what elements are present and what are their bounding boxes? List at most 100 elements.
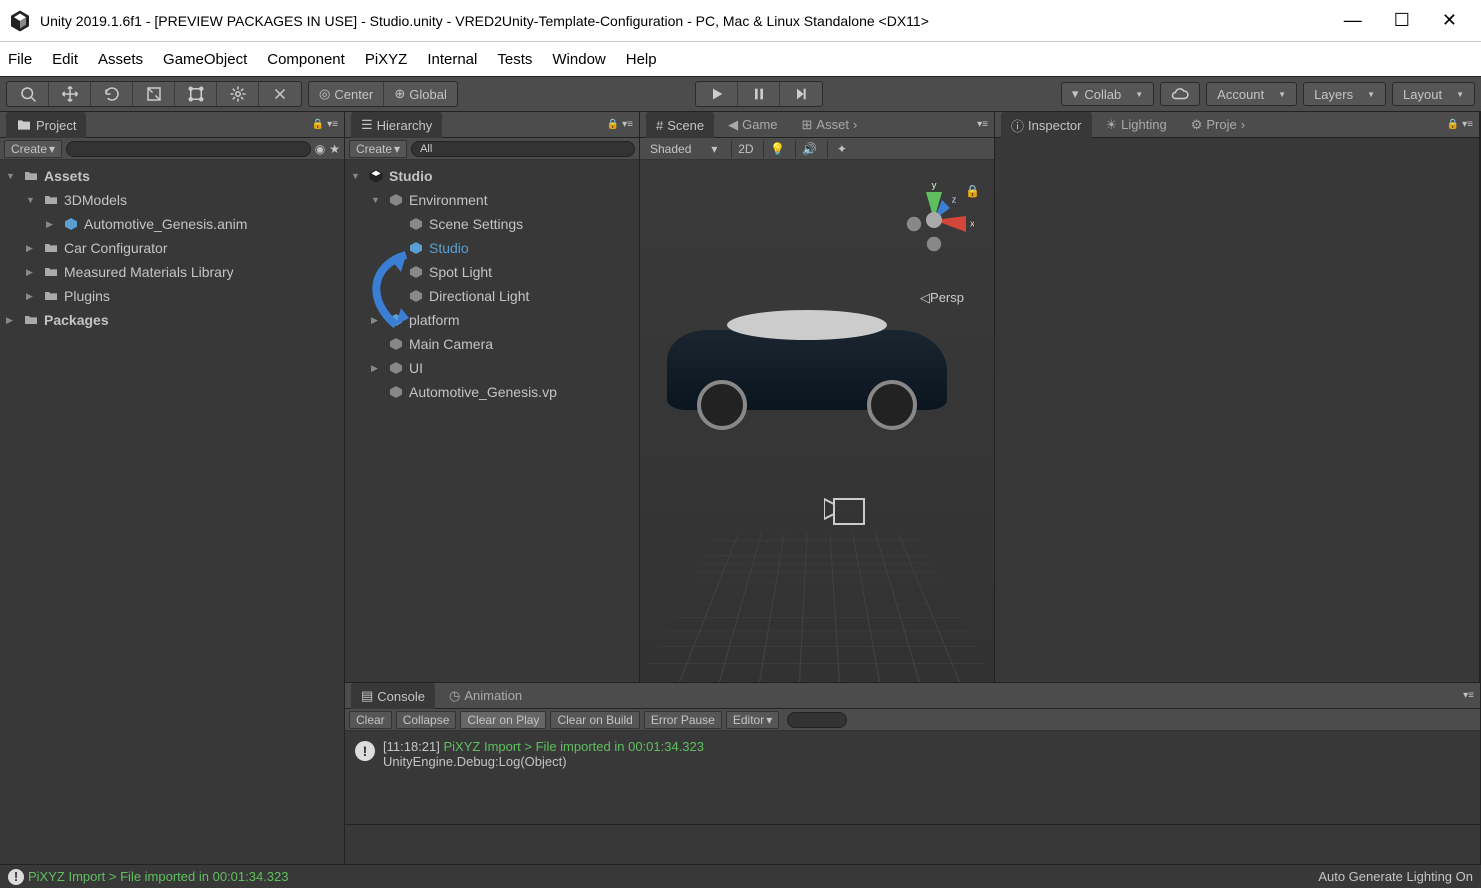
tab-lighting[interactable]: ☀ Lighting — [1096, 114, 1177, 136]
panel-options-icon[interactable]: 🔒 ▾≡ — [1447, 119, 1473, 130]
scene-2d-toggle[interactable]: 2D — [731, 140, 759, 158]
layers-dropdown[interactable]: Layers▼ — [1303, 82, 1386, 106]
step-button[interactable] — [780, 82, 822, 106]
move-tool[interactable] — [49, 82, 91, 106]
menu-component[interactable]: Component — [267, 51, 345, 68]
panel-options-icon[interactable]: 🔒 ▾≡ — [607, 119, 633, 130]
pivot-global[interactable]: ⊕ Global — [384, 82, 456, 106]
scale-tool[interactable] — [133, 82, 175, 106]
pause-button[interactable] — [738, 82, 780, 106]
create-dropdown[interactable]: Create ▾ — [4, 140, 62, 158]
play-button[interactable] — [696, 82, 738, 106]
tree-item[interactable]: Directional Light — [345, 284, 639, 308]
tab-hierarchy[interactable]: ☰ Hierarchy — [351, 112, 442, 138]
collab-dropdown[interactable]: ▾ Collab▼ — [1061, 82, 1154, 106]
panel-options-icon[interactable]: ▾≡ — [977, 119, 988, 130]
console-clear-on-play-toggle[interactable]: Clear on Play — [460, 711, 546, 729]
console-search-input[interactable] — [787, 712, 847, 728]
hierarchy-search-input[interactable] — [411, 141, 635, 157]
console-log-area[interactable]: ! [11:18:21] PiXYZ Import > File importe… — [345, 731, 1480, 824]
transform-tool[interactable] — [217, 82, 259, 106]
scene-fx-toggle[interactable]: ✦ — [827, 140, 855, 158]
tab-console[interactable]: ▤ Console — [351, 683, 435, 709]
menu-pixyz[interactable]: PiXYZ — [365, 51, 408, 68]
menu-window[interactable]: Window — [552, 51, 605, 68]
tree-item[interactable]: ▼Studio — [345, 164, 639, 188]
fold-toggle-icon[interactable]: ▼ — [6, 171, 18, 181]
minimize-button[interactable]: — — [1344, 10, 1362, 31]
fold-toggle-icon[interactable]: ▶ — [371, 315, 383, 326]
fold-toggle-icon[interactable]: ▶ — [26, 243, 38, 254]
custom-tool[interactable] — [259, 82, 301, 106]
filter-icon[interactable]: ◉ — [315, 142, 325, 156]
tree-item[interactable]: ▶Measured Materials Library — [0, 260, 344, 284]
scene-audio-toggle[interactable]: 🔊 — [795, 140, 823, 158]
menu-tests[interactable]: Tests — [497, 51, 532, 68]
fold-toggle-icon[interactable]: ▶ — [6, 315, 18, 326]
fold-toggle-icon[interactable]: ▶ — [371, 363, 383, 374]
tree-item[interactable]: ▶Packages — [0, 308, 344, 332]
tree-item[interactable]: Scene Settings — [345, 212, 639, 236]
fold-toggle-icon[interactable]: ▼ — [26, 195, 38, 205]
console-collapse-toggle[interactable]: Collapse — [396, 711, 457, 729]
favorite-icon[interactable]: ★ — [329, 142, 340, 156]
hierarchy-tree[interactable]: ▼Studio▼EnvironmentScene SettingsStudioS… — [345, 160, 639, 682]
menu-assets[interactable]: Assets — [98, 51, 143, 68]
console-clear-button[interactable]: Clear — [349, 711, 392, 729]
tree-item[interactable]: ▼Environment — [345, 188, 639, 212]
console-editor-dropdown[interactable]: Editor ▾ — [726, 711, 779, 729]
console-error-pause-toggle[interactable]: Error Pause — [644, 711, 722, 729]
menu-file[interactable]: File — [8, 51, 32, 68]
panel-options-icon[interactable]: ▾≡ — [1463, 690, 1474, 701]
tree-item[interactable]: ▶platform — [345, 308, 639, 332]
close-button[interactable]: ✕ — [1442, 10, 1457, 31]
rect-tool[interactable] — [175, 82, 217, 106]
fold-toggle-icon[interactable]: ▶ — [46, 219, 58, 230]
cloud-button[interactable] — [1160, 82, 1200, 106]
rotate-tool[interactable] — [91, 82, 133, 106]
tree-item[interactable]: Spot Light — [345, 260, 639, 284]
tab-project-settings[interactable]: ⚙ Proje› — [1181, 114, 1255, 136]
tree-item[interactable]: ▶Car Configurator — [0, 236, 344, 260]
maximize-button[interactable]: ☐ — [1394, 10, 1410, 31]
hand-tool[interactable] — [7, 82, 49, 106]
fold-toggle-icon[interactable]: ▼ — [351, 171, 363, 181]
go-icon — [387, 384, 405, 400]
account-dropdown[interactable]: Account▼ — [1206, 82, 1297, 106]
tree-item[interactable]: ▶Plugins — [0, 284, 344, 308]
menu-edit[interactable]: Edit — [52, 51, 78, 68]
console-log-entry[interactable]: ! [11:18:21] PiXYZ Import > File importe… — [351, 737, 1474, 771]
tab-project[interactable]: Project — [6, 112, 86, 138]
fold-toggle-icon[interactable]: ▼ — [371, 195, 383, 205]
tree-item[interactable]: Studio — [345, 236, 639, 260]
shading-dropdown[interactable]: Shaded ▾ — [644, 141, 723, 157]
tab-inspector[interactable]: ⓘ Inspector — [1001, 112, 1092, 138]
folder-icon — [42, 240, 60, 256]
tree-item[interactable]: ▼3DModels — [0, 188, 344, 212]
tree-item[interactable]: Automotive_Genesis.vp — [345, 380, 639, 404]
scene-viewport[interactable]: 🔒 y x z ◁Persp — [640, 160, 994, 682]
tree-item[interactable]: ▶Automotive_Genesis.anim — [0, 212, 344, 236]
tree-item[interactable]: ▼Assets — [0, 164, 344, 188]
tab-game[interactable]: ◀ Game — [718, 114, 787, 136]
tab-scene[interactable]: # Scene — [646, 112, 714, 138]
menu-help[interactable]: Help — [626, 51, 657, 68]
tab-animation[interactable]: ◷ Animation — [439, 685, 532, 707]
project-search-input[interactable] — [66, 141, 311, 157]
menu-internal[interactable]: Internal — [427, 51, 477, 68]
console-clear-on-build-toggle[interactable]: Clear on Build — [550, 711, 639, 729]
panel-options-icon[interactable]: 🔒 ▾≡ — [312, 119, 338, 130]
tree-item[interactable]: Main Camera — [345, 332, 639, 356]
project-tree[interactable]: ▼Assets▼3DModels▶Automotive_Genesis.anim… — [0, 160, 344, 864]
create-dropdown[interactable]: Create ▾ — [349, 140, 407, 158]
play-controls — [695, 81, 823, 107]
fold-toggle-icon[interactable]: ▶ — [26, 267, 38, 278]
pivot-center[interactable]: ◎ Center — [309, 82, 384, 106]
scene-light-toggle[interactable]: 💡 — [763, 140, 791, 158]
tree-item[interactable]: ▶UI — [345, 356, 639, 380]
tab-asset[interactable]: ⊞ Asset › — [792, 114, 868, 136]
fold-toggle-icon[interactable]: ▶ — [26, 291, 38, 302]
scene-gizmo[interactable]: y x z — [894, 180, 974, 260]
menu-gameobject[interactable]: GameObject — [163, 51, 247, 68]
layout-dropdown[interactable]: Layout▼ — [1392, 82, 1475, 106]
